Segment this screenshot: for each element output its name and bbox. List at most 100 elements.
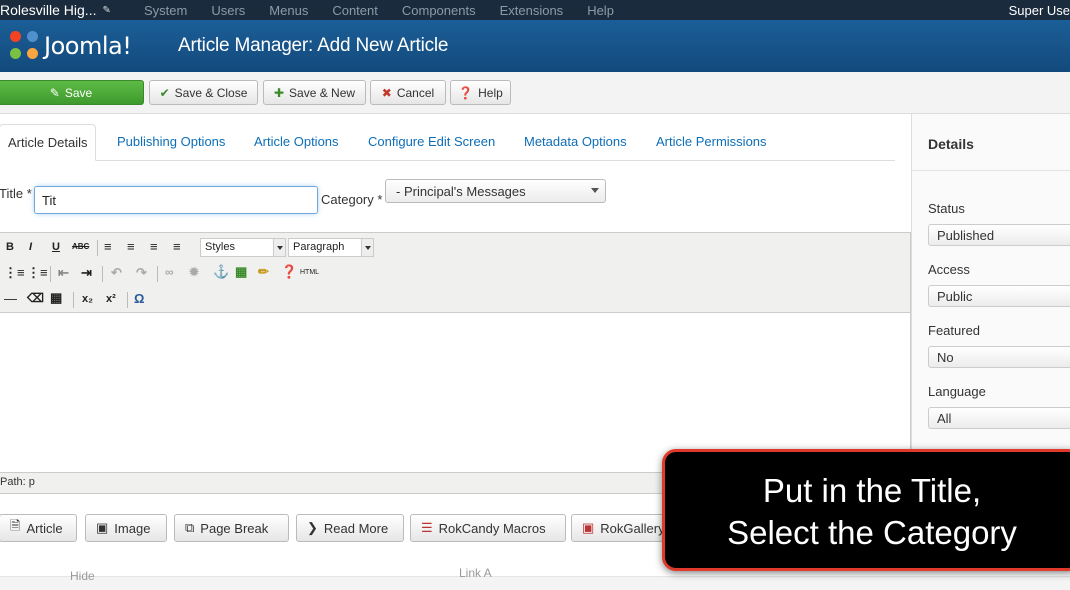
save-close-button[interactable]: ✔ Save & Close — [149, 80, 258, 105]
superscript-icon[interactable]: x² — [106, 293, 116, 305]
callout-line-1: Put in the Title, — [762, 472, 982, 509]
menu-help[interactable]: Help — [575, 3, 626, 18]
format-dropdown[interactable]: Paragraph — [288, 238, 374, 257]
cleanup-icon[interactable]: ✏ — [258, 264, 269, 280]
category-value: - Principal's Messages — [396, 184, 526, 199]
access-select[interactable]: Public — [928, 285, 1070, 307]
save-new-button[interactable]: ✚ Save & New — [263, 80, 366, 105]
picture-icon: ▣ — [96, 520, 109, 535]
bullet-list-icon[interactable]: ⋮≡ — [4, 265, 25, 281]
edit-icon: ✎ — [49, 85, 60, 100]
access-label: Access — [928, 262, 970, 277]
underline-icon[interactable]: U — [52, 241, 60, 253]
styles-dropdown[interactable]: Styles — [200, 238, 286, 257]
help-button[interactable]: ❓ Help — [450, 80, 511, 105]
page-header: Joomla! Article Manager: Add New Article — [0, 20, 1070, 72]
rokcandy-macros-button[interactable]: ☰ RokCandy Macros — [410, 514, 566, 542]
site-name: Rolesville Hig... — [0, 2, 97, 18]
image-icon[interactable]: ▦ — [235, 264, 247, 280]
featured-label: Featured — [928, 323, 981, 338]
rokcandy-label: RokCandy Macros — [438, 520, 546, 536]
link-a-label: Link A — [459, 566, 492, 580]
callout-line-2: Select the Category — [727, 514, 1017, 551]
article-tabs: Article Details Publishing Options Artic… — [0, 124, 895, 161]
toolbar-divider — [73, 292, 74, 308]
horizontal-rule-icon[interactable]: — — [4, 291, 17, 306]
menu-extensions[interactable]: Extensions — [488, 3, 576, 18]
check-icon: ✔ — [159, 85, 170, 100]
redo-icon[interactable]: ↷ — [136, 265, 147, 281]
indent-icon[interactable]: ⇥ — [81, 265, 92, 281]
help-label: Help — [478, 85, 503, 100]
hide-label: Hide — [70, 569, 95, 583]
site-name-link[interactable]: Rolesville Hig... ✎ — [0, 2, 130, 18]
subscript-icon[interactable]: x₂ — [82, 293, 93, 305]
tab-publishing-options[interactable]: Publishing Options — [117, 124, 225, 161]
unlink-icon[interactable]: ✹ — [189, 265, 199, 279]
tab-metadata-options[interactable]: Metadata Options — [524, 124, 627, 161]
rokgallery-label: RokGallery — [600, 520, 665, 536]
chevron-down-icon — [591, 188, 599, 193]
help-icon[interactable]: ❓ — [281, 264, 297, 280]
chevron-down-icon — [361, 239, 373, 256]
menu-system[interactable]: System — [132, 3, 199, 18]
insert-image-button[interactable]: ▣ Image — [85, 514, 167, 542]
details-heading: Details — [928, 136, 974, 152]
save-label: Save — [64, 85, 93, 100]
insert-article-button[interactable]: 🗎 Article — [0, 514, 77, 542]
link-icon[interactable]: ∞ — [165, 265, 174, 279]
category-select[interactable]: - Principal's Messages — [385, 179, 606, 203]
align-left-icon[interactable]: ≡ — [104, 239, 112, 254]
cancel-icon: ✖ — [381, 85, 392, 100]
save-close-label: Save & Close — [174, 85, 248, 100]
question-icon: ❓ — [458, 85, 474, 100]
align-justify-icon[interactable]: ≡ — [173, 239, 181, 254]
page-break-button[interactable]: ⧉ Page Break — [174, 514, 289, 542]
eraser-icon[interactable]: ⌫ — [27, 291, 44, 305]
language-select[interactable]: All — [928, 407, 1070, 429]
user-menu[interactable]: Super Use — [1009, 3, 1070, 18]
bold-icon[interactable]: B — [6, 241, 14, 253]
logo-text: Joomla! — [44, 32, 132, 60]
joomla-logo: Joomla! — [10, 31, 170, 61]
details-panel: Details Status Published Access Public F… — [911, 114, 1070, 454]
menu-menus[interactable]: Menus — [257, 3, 320, 18]
numbered-list-icon[interactable]: ⋮≡ — [27, 265, 48, 281]
save-button[interactable]: ✎ Save — [0, 80, 144, 105]
page-break-label: Page Break — [200, 520, 269, 536]
align-right-icon[interactable]: ≡ — [150, 239, 158, 254]
admin-menu: System Users Menus Content Components Ex… — [132, 3, 626, 18]
tab-article-options[interactable]: Article Options — [254, 124, 339, 161]
tutorial-callout: Put in the Title, Select the Category — [662, 449, 1070, 571]
category-label: Category * — [321, 192, 383, 207]
cancel-button[interactable]: ✖ Cancel — [370, 80, 446, 105]
featured-select[interactable]: No — [928, 346, 1070, 368]
special-character-icon[interactable]: Ω — [134, 291, 144, 306]
align-center-icon[interactable]: ≡ — [127, 239, 135, 254]
chevron-down-icon — [273, 239, 285, 256]
title-input[interactable]: Tit — [34, 186, 318, 214]
read-more-button[interactable]: ❯ Read More — [296, 514, 404, 542]
menu-users[interactable]: Users — [199, 3, 257, 18]
undo-icon[interactable]: ↶ — [111, 265, 122, 281]
html-source-button[interactable]: HTML — [300, 269, 319, 276]
action-toolbar: ✎ Save ✔ Save & Close ✚ Save & New ✖ Can… — [0, 72, 1070, 114]
outdent-icon[interactable]: ⇤ — [58, 265, 69, 281]
article-button-label: Article — [26, 520, 63, 536]
candy-icon: ☰ — [421, 520, 433, 535]
page-title: Article Manager: Add New Article — [178, 35, 449, 56]
tab-article-permissions[interactable]: Article Permissions — [656, 124, 767, 161]
menu-content[interactable]: Content — [320, 3, 390, 18]
status-select[interactable]: Published — [928, 224, 1070, 246]
document-icon: 🗎 — [10, 518, 21, 533]
strikethrough-icon[interactable]: ABC — [72, 242, 89, 251]
italic-icon[interactable]: I — [29, 241, 32, 253]
styles-label: Styles — [205, 241, 235, 253]
menu-components[interactable]: Components — [390, 3, 488, 18]
status-label: Status — [928, 201, 965, 216]
table-icon[interactable]: ▦ — [50, 290, 62, 306]
save-new-label: Save & New — [289, 85, 356, 100]
tab-configure-edit-screen[interactable]: Configure Edit Screen — [368, 124, 495, 161]
tab-article-details[interactable]: Article Details — [0, 124, 97, 161]
anchor-icon[interactable]: ⚓ — [213, 264, 229, 280]
